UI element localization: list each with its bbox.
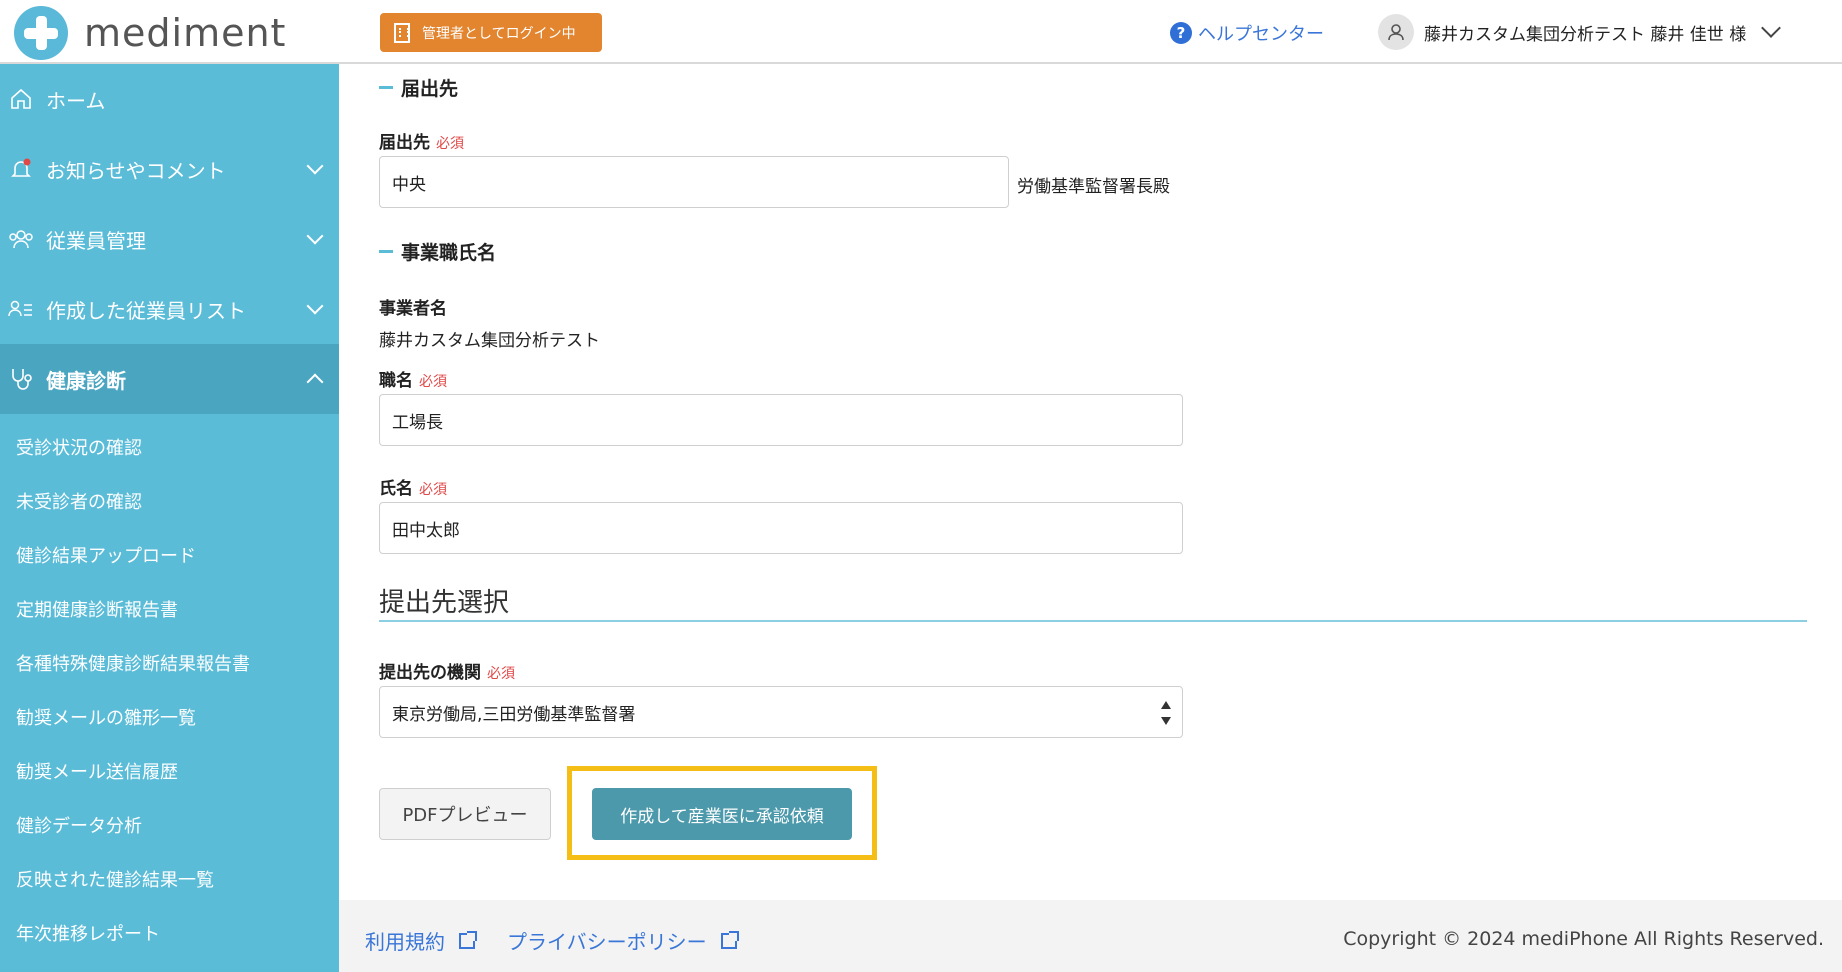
name-label: 氏名 必須 [379,474,447,499]
sidebar-item-notices[interactable]: お知らせやコメント [0,134,339,204]
privacy-link-label: プライバシーポリシー [507,930,707,954]
submenu-item[interactable]: 受診状況の確認 [0,420,339,474]
submenu-item[interactable]: 健診データ分析 [0,798,339,852]
field-label-text: 氏名 [379,479,413,499]
terms-link[interactable]: 利用規約 [365,926,477,955]
user-name: 藤井カスタム集団分析テスト 藤井 佳世 様 [1424,24,1747,45]
sidebar-item-label: 従業員管理 [46,228,146,253]
required-badge: 必須 [419,374,447,390]
chevron-up-icon [306,373,324,391]
question-circle-icon: ? [1170,22,1192,44]
chevron-down-icon[interactable] [1761,18,1782,38]
top-header: mediment 管理者としてログイン中 ? ヘルプセンター 藤井カスタム集団分… [0,0,1842,64]
create-and-request-approval-button[interactable]: 作成して産業医に承認依頼 [592,788,852,840]
submenu-item[interactable]: 勧奨メール送信履歴 [0,744,339,798]
user-list-icon [8,296,34,322]
health-checkup-submenu: 受診状況の確認 未受診者の確認 健診結果アップロード 定期健康診断報告書 各種特… [0,414,339,960]
bell-icon [8,156,34,182]
required-badge: 必須 [436,136,464,152]
sidebar-item-label: お知らせやコメント [46,158,226,183]
report-form: 届出先 届出先必須 労働基準監督署長殿 事業職氏名 事業者名 藤井カスタム集団分… [339,64,1842,900]
sidebar-item-health-checkup[interactable]: 健康診断 [0,344,339,414]
field-label-text: 職名 [379,371,413,391]
section-heading-text: 届出先 [401,78,459,100]
section-dash [379,250,393,253]
help-center-link[interactable]: ? ヘルプセンター [1170,20,1324,46]
submenu-item[interactable]: 年次推移レポート [0,906,339,960]
sidebar-item-label: 作成した従業員リスト [46,298,246,323]
field-label-text: 提出先の機関 [379,663,481,683]
help-center-label: ヘルプセンター [1198,24,1324,45]
submenu-item[interactable]: 定期健康診断報告書 [0,582,339,636]
sidebar-item-employee-lists[interactable]: 作成した従業員リスト [0,274,339,344]
submenu-item[interactable]: 健診結果アップロード [0,528,339,582]
title-underline [379,620,1807,622]
section-heading-employer: 事業職氏名 [379,238,496,265]
sidebar-item-home[interactable]: ホーム [0,64,339,134]
submenu-item[interactable]: 各種特殊健康診断結果報告書 [0,636,339,690]
chevron-down-icon [306,227,324,245]
employer-label: 事業者名 [379,299,447,319]
agency-label: 提出先の機関 必須 [379,658,515,683]
chevron-down-icon [306,297,324,315]
logo-plus-icon [14,6,68,60]
admin-login-badge: 管理者としてログイン中 [380,13,602,52]
section-heading-text: 事業職氏名 [401,242,497,264]
sidebar-item-label: ホーム [46,88,106,113]
destination-input[interactable] [379,156,1009,208]
pdf-preview-button[interactable]: PDFプレビュー [379,788,551,840]
user-menu[interactable]: 藤井カスタム集団分析テスト 藤井 佳世 様 [1378,14,1782,50]
chevron-down-icon [306,157,324,175]
home-icon [8,86,34,112]
name-input[interactable] [379,502,1183,554]
mediment-logo[interactable]: mediment [14,6,286,60]
field-label-text: 届出先 [379,133,430,153]
external-link-icon [459,930,477,949]
admin-badge-label: 管理者としてログイン中 [422,25,576,42]
external-link-icon [720,930,739,949]
submenu-item[interactable]: 反映された健診結果一覧 [0,852,339,906]
submenu-item[interactable]: 未受診者の確認 [0,474,339,528]
building-icon [394,22,410,43]
submenu-item[interactable]: 勧奨メールの雛形一覧 [0,690,339,744]
users-icon [8,226,34,252]
submit-destination-title: 提出先選択 [379,588,510,618]
privacy-policy-link[interactable]: プライバシーポリシー [507,926,739,955]
stethoscope-icon [8,366,34,392]
select-arrows-icon [1160,701,1172,725]
logo-text: mediment [84,11,287,55]
agency-selected-value: 東京労働局,三田労働基準監督署 [392,704,636,725]
footer: 利用規約 プライバシーポリシー Copyright © 2024 mediPho… [339,900,1842,972]
job-title-label: 職名 必須 [379,366,447,391]
copyright-text: Copyright © 2024 mediPhone All Rights Re… [1343,928,1824,950]
job-title-input[interactable] [379,394,1183,446]
required-badge: 必須 [419,482,447,498]
section-dash [379,86,393,89]
terms-link-label: 利用規約 [365,930,445,954]
required-badge: 必須 [487,666,515,682]
sidebar: ホーム お知らせやコメント 従業員管理 作成した従業員リスト 健康診断 受診状況… [0,64,339,972]
employer-value: 藤井カスタム集団分析テスト [379,331,600,351]
destination-suffix: 労働基準監督署長殿 [1017,177,1170,197]
section-heading-destination: 届出先 [379,74,458,101]
destination-label: 届出先 必須 [379,128,464,153]
agency-select[interactable]: 東京労働局,三田労働基準監督署 [379,686,1183,738]
sidebar-item-employees[interactable]: 従業員管理 [0,204,339,274]
user-avatar-icon [1378,14,1414,50]
sidebar-item-label: 健康診断 [46,368,126,393]
